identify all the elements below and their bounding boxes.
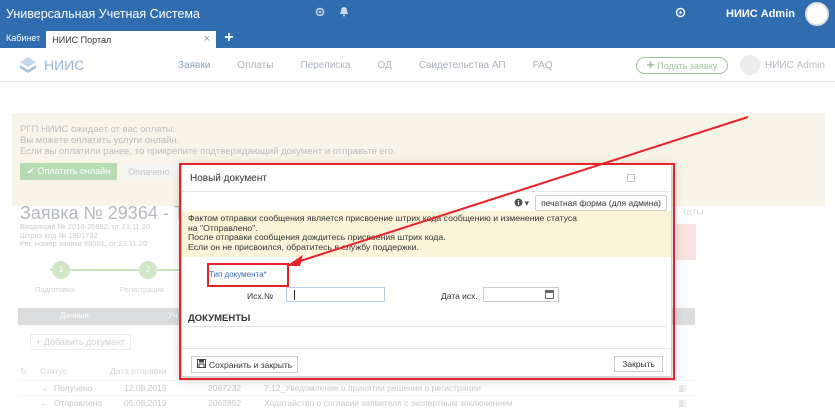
shield-icon[interactable] xyxy=(675,7,686,21)
modal-header-divider xyxy=(182,191,671,192)
notice-line-1: Фактом отправки сообщения является присв… xyxy=(188,213,578,223)
nav-item-faq[interactable]: FAQ xyxy=(533,60,553,71)
info-dropdown-button[interactable]: ▾ xyxy=(514,197,530,209)
nav-item-correspondence[interactable]: Переписка xyxy=(300,60,350,71)
info-icon xyxy=(514,198,523,209)
save-close-button[interactable]: Сохранить и закрыть xyxy=(191,356,299,373)
text-cursor xyxy=(294,290,295,300)
modal-toolbar: ▾ печатная форма (для админа) xyxy=(514,195,667,211)
tab-strip: Кабинет НИИС Портал × + xyxy=(0,28,835,48)
notice-line-4: Если он не присвоился, обратитесь в служ… xyxy=(188,241,419,252)
nav-item-od[interactable]: ОД xyxy=(377,60,391,71)
titlebar-avatar[interactable] xyxy=(805,2,829,26)
user-name: НИИС Admin xyxy=(765,59,825,71)
bell-icon[interactable] xyxy=(339,6,349,18)
new-document-modal: Новый документ ▾ печатная форма (для адм… xyxy=(181,164,672,377)
titlebar-icons xyxy=(315,6,349,18)
documents-heading: ДОКУМЕНТЫ xyxy=(188,313,251,324)
add-tab-button[interactable]: + xyxy=(216,29,241,48)
outgoing-number-input[interactable] xyxy=(286,287,385,302)
calendar-icon[interactable] xyxy=(545,290,554,299)
plus-icon: ✚ xyxy=(646,60,655,70)
outgoing-date-input[interactable] xyxy=(483,287,559,302)
modal-title: Новый документ xyxy=(190,173,267,184)
titlebar-user-name[interactable]: НИИС Admin xyxy=(726,8,795,20)
tab-portal-label: НИИС Портал xyxy=(52,35,112,45)
modal-footer-divider xyxy=(182,348,671,349)
nav-item-requests[interactable]: Заявки xyxy=(178,60,210,71)
window-titlebar: Универсальная Учетная Система НИИС Admin xyxy=(0,0,835,28)
submit-request-button[interactable]: ✚ Подать заявку xyxy=(636,57,728,74)
floppy-icon xyxy=(197,359,206,370)
tab-close-icon[interactable]: × xyxy=(204,33,210,45)
settings-icon[interactable] xyxy=(315,6,325,18)
sending-notice: Фактом отправки сообщения является присв… xyxy=(182,211,671,257)
window-title: Универсальная Учетная Система xyxy=(6,7,200,21)
maximize-icon[interactable] xyxy=(627,174,635,182)
user-avatar xyxy=(740,55,760,75)
documents-divider xyxy=(188,326,666,327)
main-nav: Заявки Оплаты Переписка ОД Свидетельства… xyxy=(178,60,580,71)
app-navbar: НИИС Заявки Оплаты Переписка ОД Свидетел… xyxy=(0,48,835,82)
user-menu[interactable]: НИИС Admin xyxy=(740,55,825,75)
save-close-label: Сохранить и закрыть xyxy=(209,359,293,370)
tab-cabinet[interactable]: Кабинет xyxy=(0,33,46,48)
logo-mark-icon xyxy=(18,56,38,74)
print-form-button[interactable]: печатная форма (для админа) xyxy=(535,195,667,211)
submit-request-label: Подать заявку xyxy=(657,60,718,71)
close-button[interactable]: Закрыть xyxy=(614,356,663,372)
outgoing-date-label: Дата исх. xyxy=(441,291,478,301)
document-type-link[interactable]: Тип документа* xyxy=(209,270,267,279)
tab-portal[interactable]: НИИС Портал × xyxy=(46,31,217,48)
nav-item-payments[interactable]: Оплаты xyxy=(237,60,273,71)
logo-text: НИИС xyxy=(44,57,85,73)
outgoing-number-label: Исх.№ xyxy=(247,291,274,301)
logo[interactable]: НИИС xyxy=(18,56,84,74)
chevron-down-icon: ▾ xyxy=(524,197,530,208)
nav-item-certificates[interactable]: Свидетельства АП xyxy=(419,60,506,71)
